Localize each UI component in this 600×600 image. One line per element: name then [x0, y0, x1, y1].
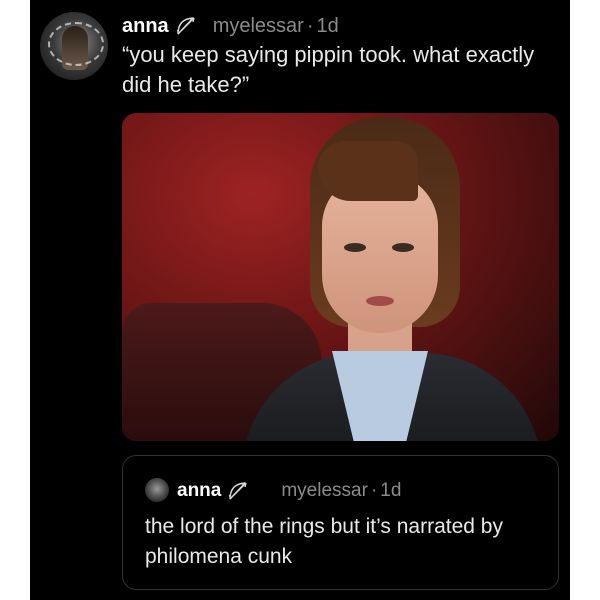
author-name[interactable]: anna	[122, 15, 169, 38]
post-media-image[interactable]	[122, 113, 559, 441]
quoted-post-text: the lord of the rings but it’s narrated …	[145, 515, 503, 568]
media-hair-fringe	[318, 141, 418, 201]
header-separator: ·	[306, 14, 314, 37]
post-text: “you keep saying pippin took. what exact…	[122, 42, 535, 97]
post-container: anna myelessar · 1d “you keep saying pip…	[30, 0, 570, 600]
media-mouth	[366, 296, 394, 306]
media-eye-right	[392, 243, 414, 252]
quoted-author-avatar[interactable]	[145, 478, 169, 502]
author-handle[interactable]: myelessar	[213, 15, 304, 38]
quoted-post-timestamp[interactable]: 1d	[380, 480, 401, 502]
quoted-author-handle[interactable]: myelessar	[281, 480, 368, 502]
bow-and-arrow-icon	[227, 480, 249, 502]
quoted-header-separator: ·	[370, 480, 378, 501]
post-timestamp[interactable]: 1d	[317, 15, 339, 38]
author-avatar[interactable]	[40, 12, 108, 80]
bow-and-arrow-icon	[175, 15, 197, 37]
avatar-veil	[48, 22, 104, 66]
quoted-author-name[interactable]: anna	[177, 480, 221, 502]
quoted-post-header: anna myelessar · 1d	[177, 478, 401, 504]
media-eye-left	[344, 243, 366, 252]
post-header: anna myelessar · 1d	[122, 14, 339, 38]
quoted-post[interactable]: anna myelessar · 1d the lord of the ring…	[122, 455, 559, 590]
